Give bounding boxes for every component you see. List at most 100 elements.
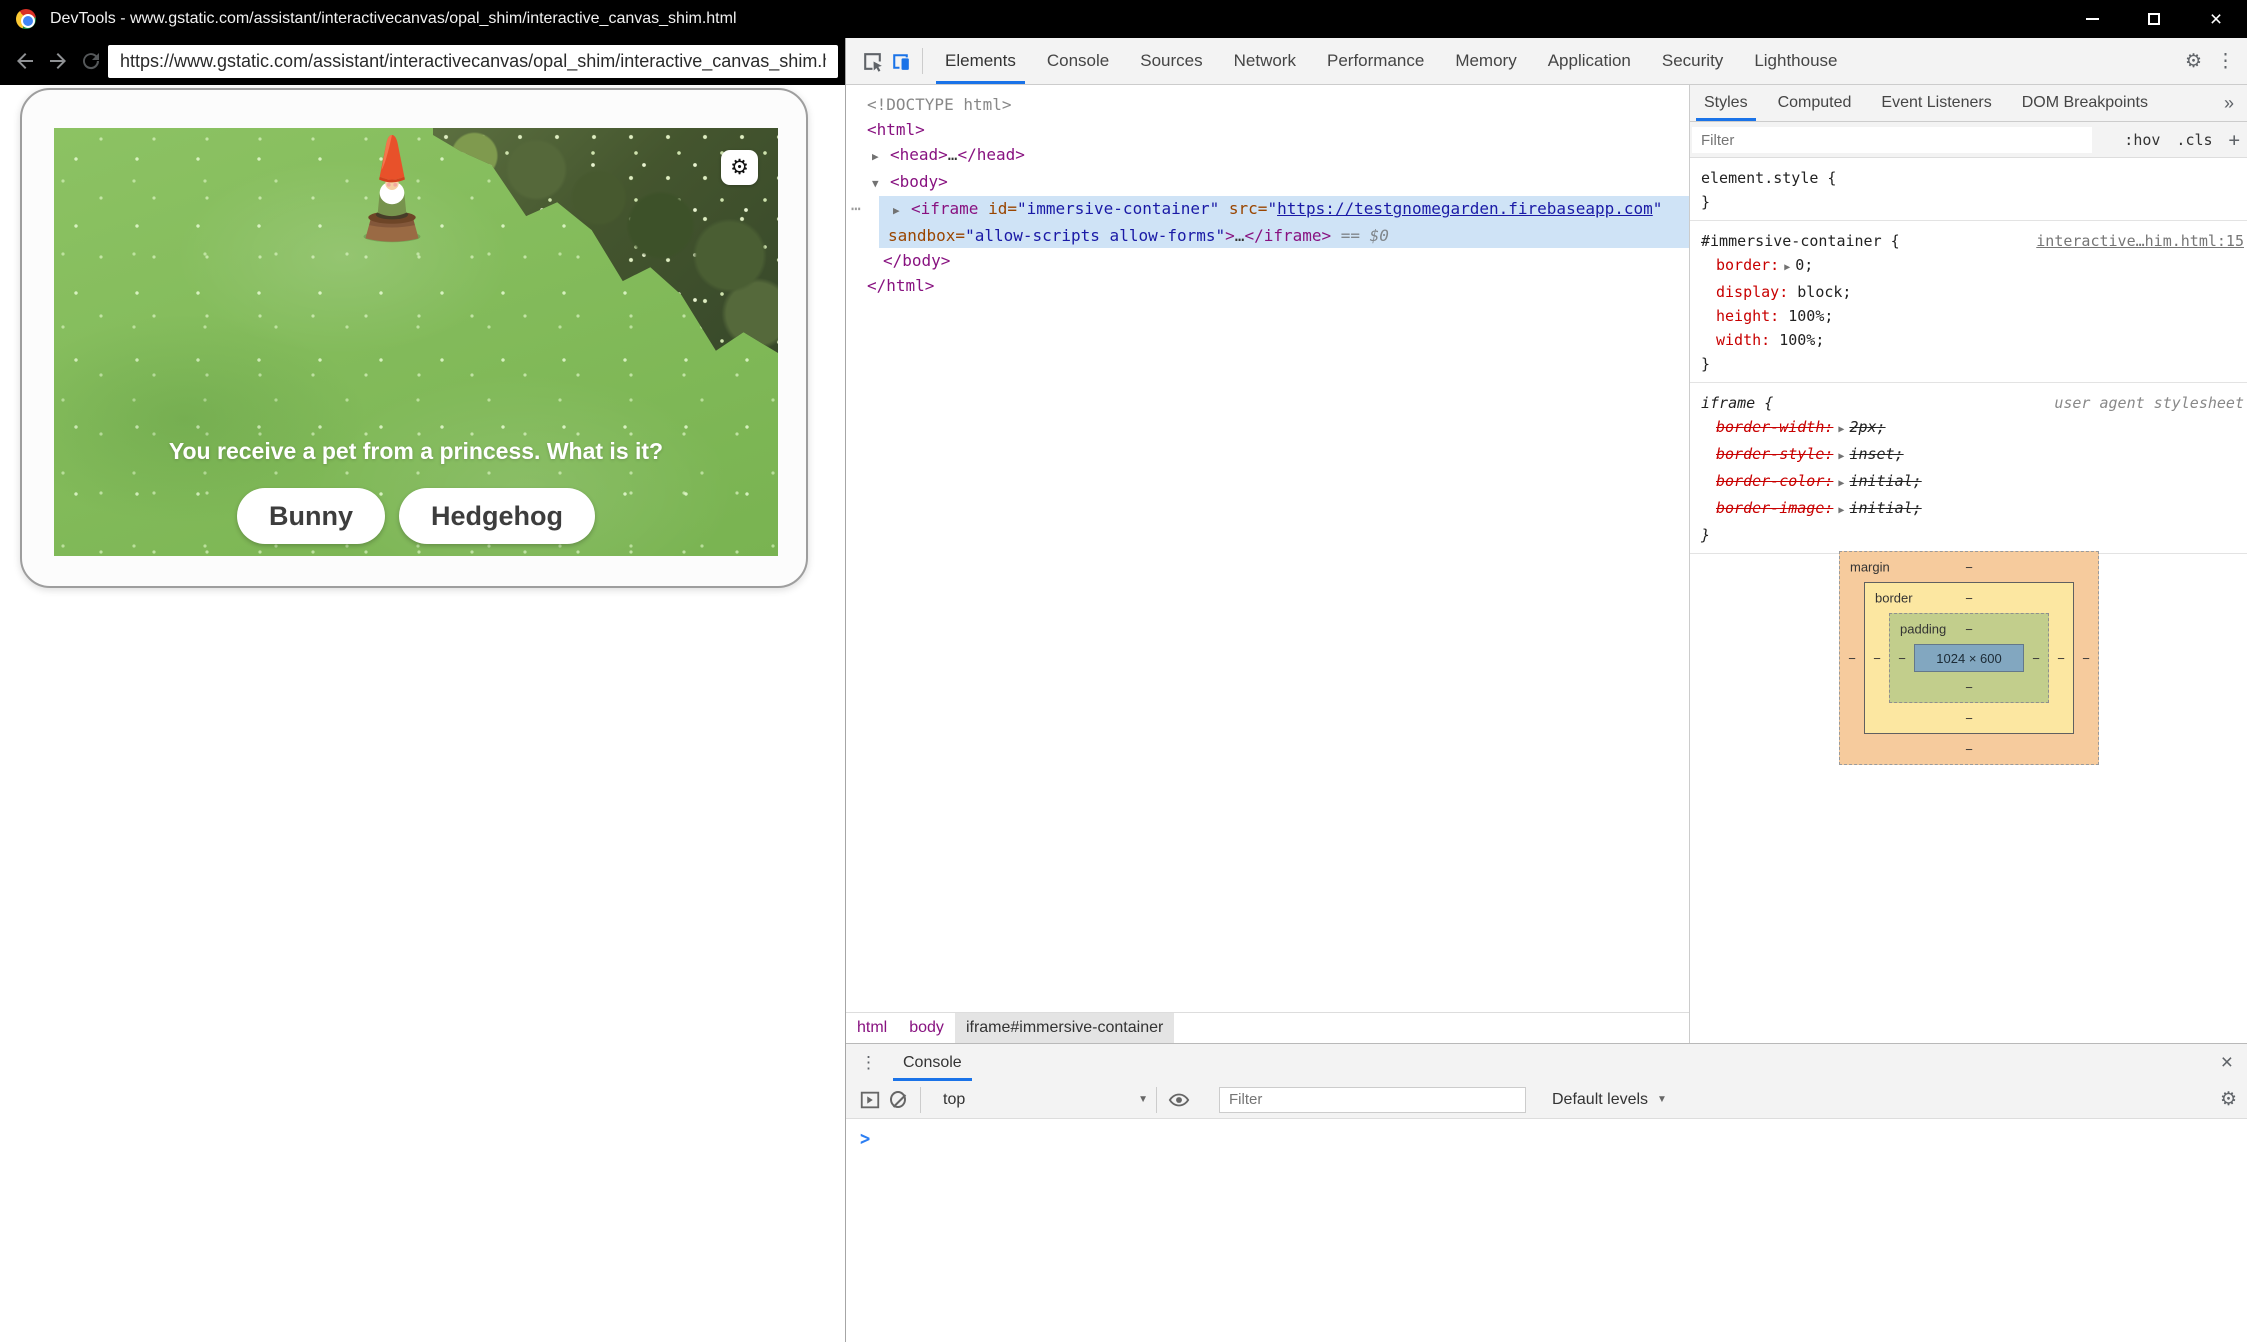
padding-left-value: − — [1890, 644, 1914, 672]
breadcrumb-item[interactable]: body — [898, 1013, 955, 1043]
border-label: border — [1875, 591, 1913, 606]
devtools-tab-elements[interactable]: Elements — [945, 38, 1016, 84]
dom-tree-node[interactable]: <html> — [846, 117, 1689, 142]
css-property[interactable]: border-color:▶initial; — [1690, 469, 2247, 496]
sidebar-tab-computed[interactable]: Computed — [1778, 85, 1852, 121]
style-rule-selector[interactable]: #immersive-container { — [1701, 229, 1900, 253]
devtools-tab-sources[interactable]: Sources — [1140, 38, 1202, 84]
new-style-rule-button[interactable]: + — [2229, 129, 2240, 151]
dom-tree-node[interactable]: ▼<body> — [846, 169, 1689, 196]
sidebar-tabs-overflow-button[interactable]: » — [2224, 93, 2234, 114]
style-rule-header: element.style { — [1690, 166, 2247, 190]
code-token: sandbox= — [888, 226, 965, 245]
forward-button[interactable] — [45, 48, 71, 74]
elements-panel: <!DOCTYPE html><html>▶<head>…</head>▼<bo… — [846, 85, 1689, 1043]
styles-filter-input[interactable] — [1692, 127, 2092, 153]
code-token: src= — [1229, 199, 1268, 218]
breadcrumb-item[interactable]: iframe#immersive-container — [955, 1013, 1174, 1043]
console-sidebar-toggle-button[interactable] — [856, 1086, 884, 1114]
box-model-border: border − − padding − — [1864, 582, 2074, 734]
drawer-tab-console[interactable]: Console — [903, 1044, 962, 1081]
code-token: … — [1235, 226, 1245, 245]
live-expression-button[interactable] — [1165, 1086, 1193, 1114]
dom-tree-node[interactable]: <!DOCTYPE html> — [846, 92, 1689, 117]
margin-left-value: − — [1840, 582, 1864, 734]
css-property[interactable]: border:▶0; — [1690, 253, 2247, 280]
dom-tree-node[interactable]: ▶<head>…</head> — [846, 142, 1689, 169]
inspect-cursor-icon — [860, 49, 885, 74]
devtools-tab-memory[interactable]: Memory — [1455, 38, 1516, 84]
devtools-settings-button[interactable]: ⚙ — [2185, 52, 2202, 71]
shorthand-expand-icon[interactable]: ▶ — [1833, 424, 1849, 435]
css-property[interactable]: height: 100%; — [1690, 304, 2247, 328]
devtools-tab-network[interactable]: Network — [1234, 38, 1296, 84]
css-property-separator — [1788, 283, 1797, 301]
shorthand-expand-icon[interactable]: ▶ — [1833, 505, 1849, 516]
more-actions-icon[interactable]: ⋯ — [851, 196, 862, 221]
style-rule-selector[interactable]: element.style { — [1701, 166, 1836, 190]
console-levels-select[interactable]: Default levels ▼ — [1552, 1091, 1667, 1109]
console-output[interactable]: > — [846, 1119, 2247, 1342]
console-prompt-icon: > — [860, 1128, 870, 1151]
device-toolbar-button[interactable] — [886, 47, 914, 75]
drawer-menu-button[interactable]: ⋮ — [860, 1053, 877, 1073]
dom-tree-node[interactable]: </body> — [846, 248, 1689, 273]
toolbar-divider — [922, 48, 923, 74]
devtools-tabbar-right: ⚙ ⋮ — [2185, 52, 2235, 71]
shorthand-expand-icon[interactable]: ▶ — [1779, 262, 1795, 273]
devtools-tab-security[interactable]: Security — [1662, 38, 1723, 84]
style-rule-selector[interactable]: iframe { — [1701, 391, 1773, 415]
sidebar-tab-dom-breakpoints[interactable]: DOM Breakpoints — [2022, 85, 2148, 121]
drawer-close-button[interactable]: × — [2221, 1051, 2233, 1075]
url-input[interactable] — [108, 45, 838, 78]
tree-arrow-icon[interactable]: ▼ — [872, 171, 890, 196]
devtools-tab-lighthouse[interactable]: Lighthouse — [1754, 38, 1837, 84]
toggle-hover-state-button[interactable]: :hov — [2124, 131, 2160, 149]
console-filter-input[interactable] — [1219, 1087, 1526, 1113]
dom-tree-node[interactable]: sandbox="allow-scripts allow-forms">…</i… — [846, 223, 1689, 248]
toggle-class-button[interactable]: .cls — [2176, 131, 2212, 149]
css-property[interactable]: display: block; — [1690, 280, 2247, 304]
devtools-tab-application[interactable]: Application — [1548, 38, 1631, 84]
css-property[interactable]: border-image:▶initial; — [1690, 496, 2247, 523]
css-property-value: 100%; — [1788, 307, 1833, 325]
tree-arrow-icon[interactable]: ▶ — [893, 198, 911, 223]
breadcrumb-item[interactable]: html — [846, 1013, 898, 1043]
css-property-name: display: — [1716, 283, 1788, 301]
console-drawer: ⋮ Console × top ▼ — [846, 1043, 2247, 1342]
game-settings-button[interactable]: ⚙ — [721, 150, 758, 185]
choice-button-bunny[interactable]: Bunny — [237, 488, 385, 544]
css-property[interactable]: border-width:▶2px; — [1690, 415, 2247, 442]
maximize-button[interactable] — [2123, 0, 2185, 38]
console-settings-button[interactable]: ⚙ — [2220, 1090, 2237, 1109]
tree-arrow-icon[interactable]: ▶ — [872, 144, 890, 169]
close-button[interactable]: × — [2185, 0, 2247, 38]
minimize-button[interactable] — [2061, 0, 2123, 38]
maximize-icon — [2148, 13, 2160, 25]
devtools-tab-performance[interactable]: Performance — [1327, 38, 1424, 84]
sidebar-tab-event-listeners[interactable]: Event Listeners — [1881, 85, 1991, 121]
reload-icon — [79, 49, 103, 73]
margin-bottom-value: − — [1965, 742, 1973, 757]
screenshot-root: DevTools - www.gstatic.com/assistant/int… — [0, 0, 2247, 1342]
clear-console-button[interactable] — [884, 1086, 912, 1114]
sidebar-tab-styles[interactable]: Styles — [1704, 85, 1748, 121]
choice-button-hedgehog[interactable]: Hedgehog — [399, 488, 595, 544]
back-button[interactable] — [12, 48, 38, 74]
shorthand-expand-icon[interactable]: ▶ — [1833, 478, 1849, 489]
console-context-value: top — [943, 1091, 965, 1109]
devtools-tab-console[interactable]: Console — [1047, 38, 1109, 84]
reload-button[interactable] — [78, 48, 104, 74]
code-token: <head> — [890, 145, 948, 164]
dom-tree-node[interactable]: ⋯▶<iframe id="immersive-container" src="… — [846, 196, 1689, 223]
css-property-name: width: — [1716, 331, 1770, 349]
shorthand-expand-icon[interactable]: ▶ — [1833, 451, 1849, 462]
code-token: <body> — [890, 172, 948, 191]
devtools-menu-button[interactable]: ⋮ — [2216, 52, 2235, 71]
inspect-element-button[interactable] — [858, 47, 886, 75]
css-property[interactable]: border-style:▶inset; — [1690, 442, 2247, 469]
console-context-select[interactable]: top ▼ — [943, 1091, 1148, 1109]
css-property[interactable]: width: 100%; — [1690, 328, 2247, 352]
dom-tree-node[interactable]: </html> — [846, 273, 1689, 298]
stylesheet-source-link[interactable]: interactive…him.html:15 — [2036, 229, 2247, 253]
